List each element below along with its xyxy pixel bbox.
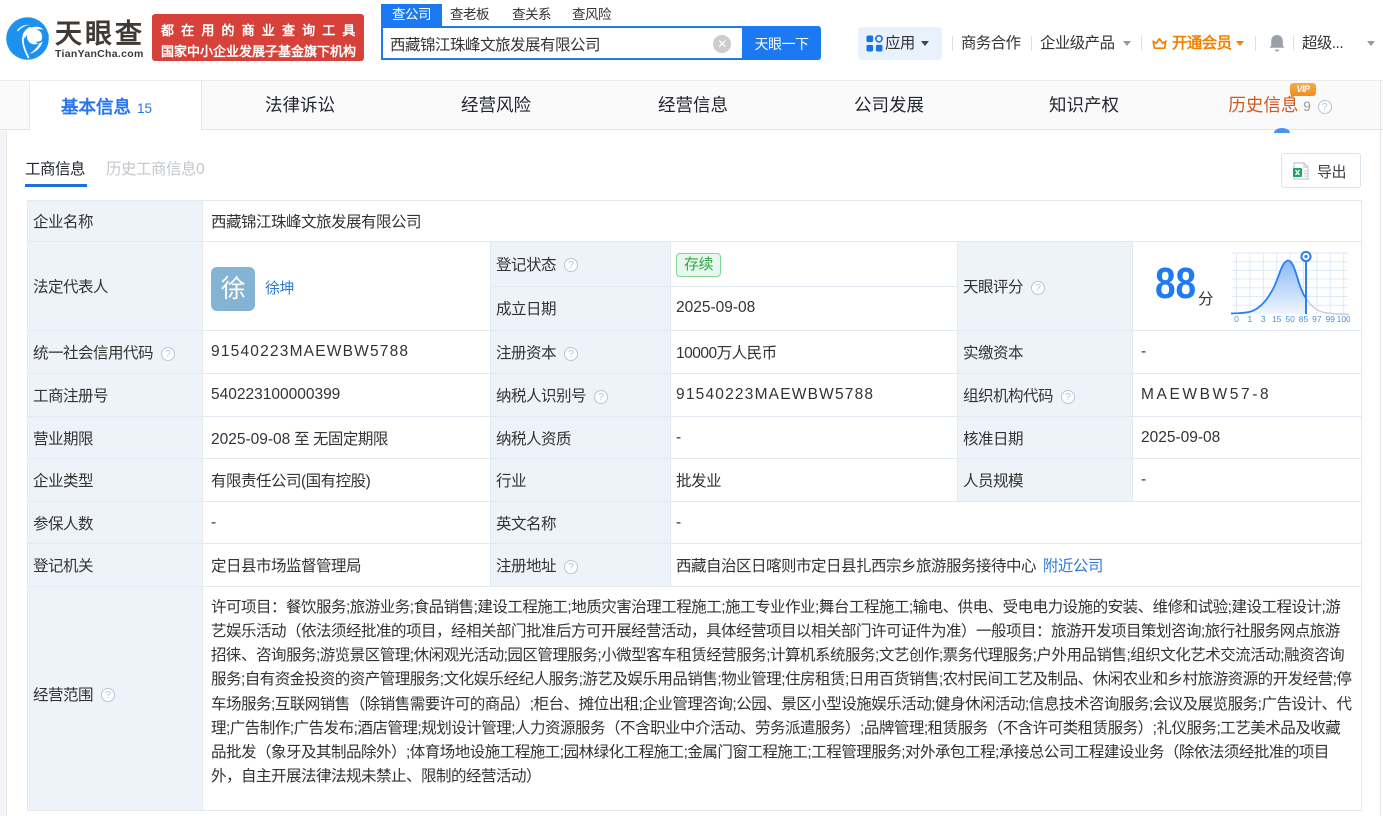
svg-text:99: 99	[1326, 314, 1336, 323]
svg-text:97: 97	[1312, 314, 1322, 323]
svg-text:1: 1	[1248, 314, 1253, 323]
svg-text:85: 85	[1299, 314, 1309, 323]
svg-text:3: 3	[1261, 314, 1266, 323]
svg-text:50: 50	[1285, 314, 1295, 323]
svg-text:15: 15	[1272, 314, 1282, 323]
svg-text:0: 0	[1234, 314, 1239, 323]
svg-text:100: 100	[1337, 314, 1350, 323]
